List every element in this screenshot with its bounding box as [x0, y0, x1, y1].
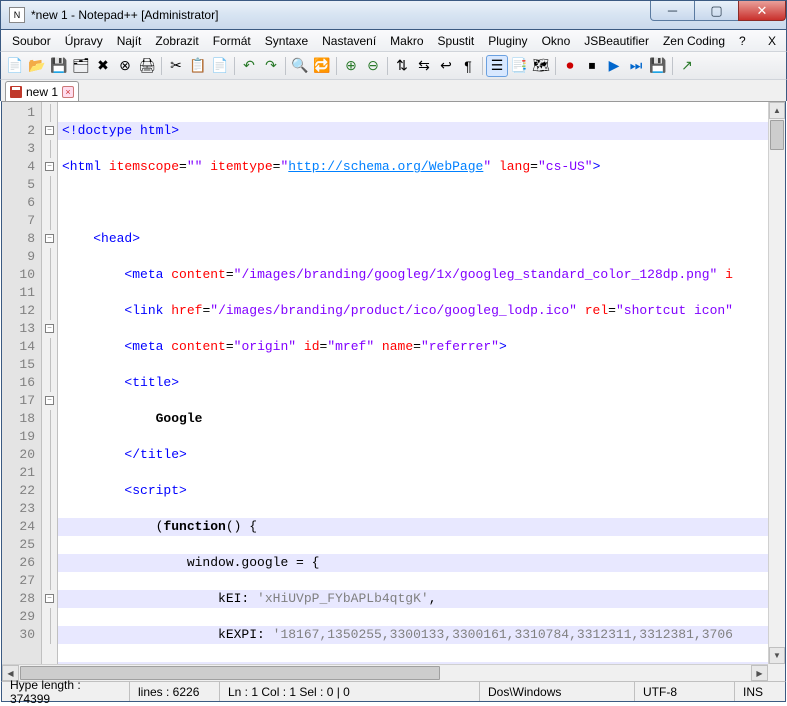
menu-bar: Soubor Úpravy Najít Zobrazit Formát Synt… — [0, 30, 787, 51]
separator — [387, 57, 388, 75]
fold-toggle[interactable]: − — [45, 594, 54, 603]
menu-format[interactable]: Formát — [206, 32, 258, 50]
separator — [555, 57, 556, 75]
maximize-button[interactable]: ▢ — [694, 1, 739, 21]
status-eol: Dos\Windows — [480, 682, 635, 701]
sync-h-icon[interactable]: ⇆ — [414, 56, 434, 76]
fold-toggle[interactable]: − — [45, 324, 54, 333]
print-icon[interactable]: 🖨 — [137, 56, 157, 76]
scroll-up-icon[interactable]: ▲ — [769, 102, 785, 119]
close-file-icon[interactable]: ✖ — [93, 56, 113, 76]
redo-icon[interactable]: ↷ — [261, 56, 281, 76]
status-lines: lines : 6226 — [130, 682, 220, 701]
menu-pluginy[interactable]: Pluginy — [481, 32, 534, 50]
status-bar: Hype length : 374399 lines : 6226 Ln : 1… — [1, 681, 786, 702]
copy-icon[interactable]: 📋 — [188, 56, 208, 76]
cut-icon[interactable]: ✂ — [166, 56, 186, 76]
close-button[interactable]: ✕ — [738, 1, 786, 21]
zoom-in-icon[interactable]: ⊕ — [341, 56, 361, 76]
menu-spustit[interactable]: Spustit — [431, 32, 482, 50]
save-macro-icon[interactable]: 💾 — [648, 56, 668, 76]
new-file-icon[interactable]: 📄 — [5, 56, 25, 76]
play-multi-icon[interactable]: ⏭ — [626, 56, 646, 76]
title-bar: N *new 1 - Notepad++ [Administrator] ─ ▢… — [0, 0, 787, 30]
doc-map-icon[interactable]: 🗺 — [531, 56, 551, 76]
fold-toggle[interactable]: − — [45, 162, 54, 171]
app-icon: N — [9, 7, 25, 23]
scroll-corner — [768, 664, 785, 681]
separator — [336, 57, 337, 75]
line-number-gutter: 1234567891011121314151617181920212223242… — [2, 102, 42, 681]
launch-icon[interactable]: ↗ — [677, 56, 697, 76]
menu-upravy[interactable]: Úpravy — [58, 32, 110, 50]
undo-icon[interactable]: ↶ — [239, 56, 259, 76]
status-encoding: UTF-8 — [635, 682, 735, 701]
separator — [482, 57, 483, 75]
menu-nastaveni[interactable]: Nastavení — [315, 32, 383, 50]
unsaved-icon — [10, 86, 22, 98]
tab-bar: new 1 × — [0, 79, 787, 101]
replace-icon[interactable]: 🔁 — [312, 56, 332, 76]
window-title: *new 1 - Notepad++ [Administrator] — [31, 8, 218, 22]
editor: 1234567891011121314151617181920212223242… — [1, 101, 786, 681]
open-file-icon[interactable]: 📂 — [27, 56, 47, 76]
menu-zobrazit[interactable]: Zobrazit — [148, 32, 205, 50]
scroll-thumb[interactable] — [770, 120, 784, 150]
separator — [672, 57, 673, 75]
fold-margin: − − − − − − — [42, 102, 58, 681]
menu-syntaxe[interactable]: Syntaxe — [258, 32, 315, 50]
separator — [161, 57, 162, 75]
menu-jsbeautifier[interactable]: JSBeautifier — [577, 32, 656, 50]
indent-guide-icon[interactable]: ☰ — [487, 56, 507, 76]
code-area[interactable]: <!doctype html> <html itemscope="" itemt… — [58, 102, 785, 681]
menu-close-doc[interactable]: X — [762, 32, 782, 50]
fold-toggle[interactable]: − — [45, 234, 54, 243]
scroll-down-icon[interactable]: ▼ — [769, 647, 785, 664]
find-icon[interactable]: 🔍 — [290, 56, 310, 76]
menu-makro[interactable]: Makro — [383, 32, 430, 50]
menu-soubor[interactable]: Soubor — [5, 32, 58, 50]
fold-toggle[interactable]: − — [45, 126, 54, 135]
wrap-icon[interactable]: ↩ — [436, 56, 456, 76]
record-icon[interactable]: ⏺ — [560, 56, 580, 76]
minimize-button[interactable]: ─ — [650, 1, 695, 21]
tab-label: new 1 — [26, 85, 58, 99]
tab-new-1[interactable]: new 1 × — [5, 81, 79, 101]
sync-v-icon[interactable]: ⇅ — [392, 56, 412, 76]
status-length: Hype length : 374399 — [2, 682, 130, 701]
close-all-icon[interactable]: ⊗ — [115, 56, 135, 76]
window-controls: ─ ▢ ✕ — [651, 1, 786, 21]
play-icon[interactable]: ▶ — [604, 56, 624, 76]
scroll-right-icon[interactable]: ▶ — [751, 665, 768, 681]
vertical-scrollbar[interactable]: ▲ ▼ — [768, 102, 785, 664]
status-mode: INS — [735, 682, 785, 701]
zoom-out-icon[interactable]: ⊖ — [363, 56, 383, 76]
separator — [285, 57, 286, 75]
save-all-icon[interactable]: 🗂 — [71, 56, 91, 76]
menu-help[interactable]: ? — [732, 32, 753, 50]
func-list-icon[interactable]: 📑 — [509, 56, 529, 76]
save-icon[interactable]: 💾 — [49, 56, 69, 76]
tab-close-icon[interactable]: × — [62, 86, 74, 98]
menu-zencoding[interactable]: Zen Coding — [656, 32, 732, 50]
stop-icon[interactable]: ⏹ — [582, 56, 602, 76]
show-all-chars-icon[interactable]: ¶ — [458, 56, 478, 76]
menu-okno[interactable]: Okno — [535, 32, 578, 50]
fold-toggle[interactable]: − — [45, 396, 54, 405]
toolbar: 📄 📂 💾 🗂 ✖ ⊗ 🖨 ✂ 📋 📄 ↶ ↷ 🔍 🔁 ⊕ ⊖ ⇅ ⇆ ↩ ¶ … — [0, 51, 787, 79]
paste-icon[interactable]: 📄 — [210, 56, 230, 76]
menu-najit[interactable]: Najít — [110, 32, 149, 50]
separator — [234, 57, 235, 75]
status-position: Ln : 1 Col : 1 Sel : 0 | 0 — [220, 682, 480, 701]
